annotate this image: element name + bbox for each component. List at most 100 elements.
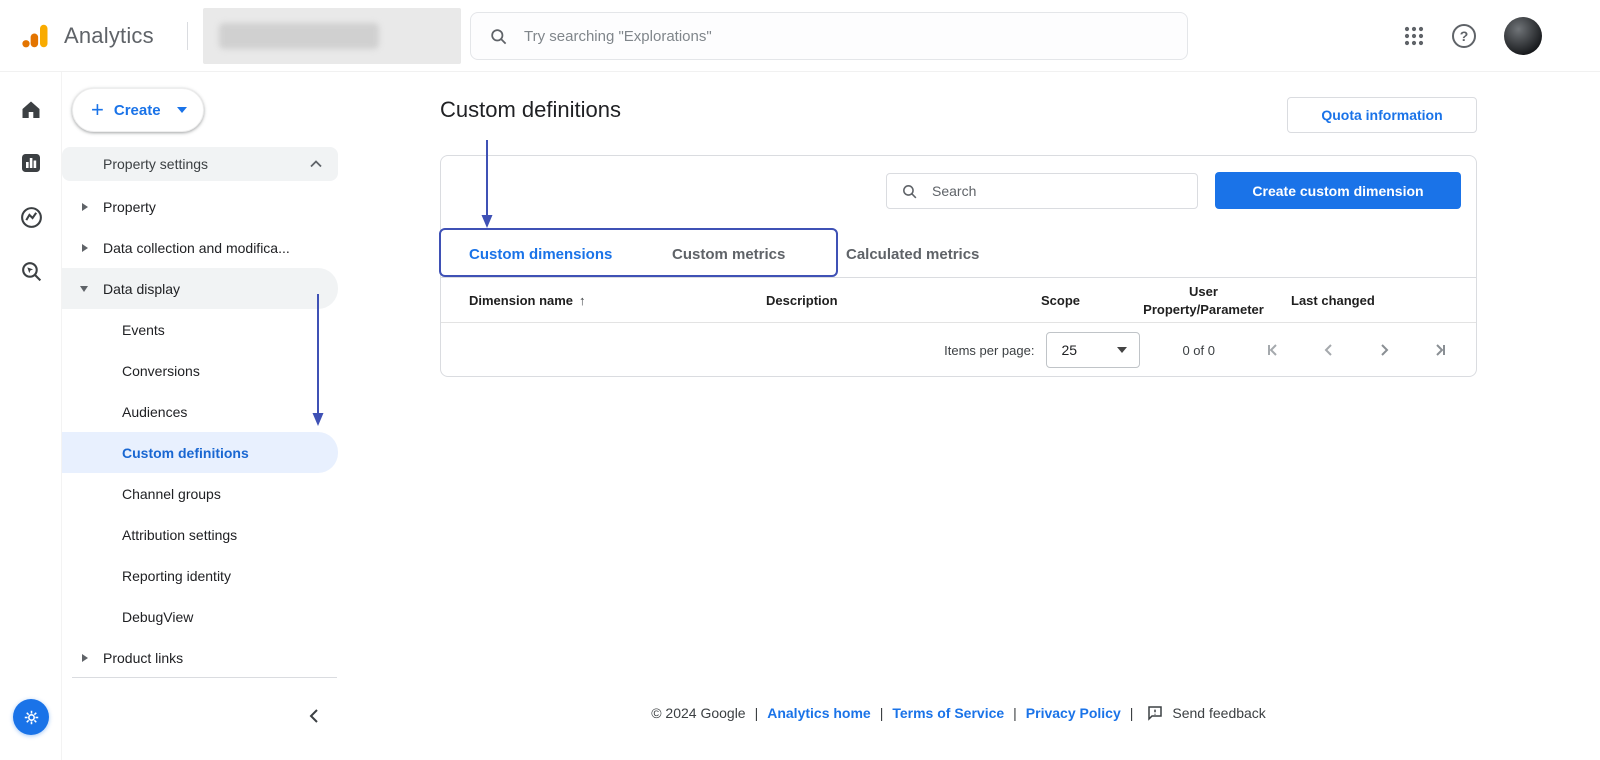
settings-tree: Property Data collection and modifica...… <box>62 186 340 678</box>
next-page-button[interactable] <box>1373 339 1395 361</box>
sidebar-item-product-links[interactable]: Product links <box>62 637 340 678</box>
explore-icon <box>19 205 44 230</box>
sidebar-divider <box>72 677 337 678</box>
sidebar-item-label: Audiences <box>122 404 187 420</box>
sidebar-item-label: Reporting identity <box>122 568 231 584</box>
column-label: User Property/Parameter <box>1141 283 1266 318</box>
sidebar-item-label: Property <box>103 199 156 215</box>
reports-icon <box>19 151 43 175</box>
chevron-left-icon <box>309 708 319 724</box>
sidebar-item-data-display[interactable]: Data display <box>62 268 338 309</box>
create-button[interactable]: + Create <box>72 88 204 132</box>
tab-custom-dimensions[interactable]: Custom dimensions <box>469 231 612 278</box>
footer-link-terms-of-service[interactable]: Terms of Service <box>892 705 1004 721</box>
sidebar-item-audiences[interactable]: Audiences <box>62 391 340 432</box>
custom-definitions-card: Create custom dimension Custom dimension… <box>440 155 1477 377</box>
footer-copyright: © 2024 Google <box>651 705 745 721</box>
topbar-actions: ? <box>1404 0 1542 72</box>
column-label: Description <box>766 293 838 308</box>
sidebar-item-conversions[interactable]: Conversions <box>62 350 340 391</box>
gear-icon <box>22 708 41 727</box>
sort-ascending-icon: ↑ <box>579 293 586 308</box>
footer: © 2024 Google | Analytics home | Terms o… <box>440 704 1477 722</box>
tabs-bar: Custom dimensions Custom metrics Calcula… <box>441 231 1476 278</box>
sidebar-item-label: Conversions <box>122 363 200 379</box>
column-description: Description <box>766 278 838 323</box>
sidebar-item-channel-groups[interactable]: Channel groups <box>62 473 340 514</box>
column-user-property-parameter: User Property/Parameter <box>1141 278 1266 323</box>
card-search-input[interactable] <box>932 183 1183 199</box>
sidebar-item-label: Channel groups <box>122 486 221 502</box>
chevron-right-icon <box>1375 341 1393 359</box>
sidebar-item-custom-definitions[interactable]: Custom definitions <box>62 432 338 473</box>
first-page-icon <box>1265 341 1283 359</box>
nav-home[interactable] <box>0 96 62 124</box>
brand-name: Analytics <box>64 23 154 49</box>
create-button-label: Create <box>114 102 161 119</box>
sidebar-item-property[interactable]: Property <box>62 186 340 227</box>
column-dimension-name[interactable]: Dimension name ↑ <box>469 278 586 323</box>
avatar[interactable] <box>1504 17 1542 55</box>
column-label: Dimension name <box>469 293 573 308</box>
footer-separator: | <box>1130 705 1134 721</box>
pagination-row: Items per page: 25 0 of 0 <box>441 323 1476 377</box>
feedback-bubble-icon <box>1146 704 1164 722</box>
sidebar-item-label: Data display <box>103 281 180 297</box>
sidebar-item-attribution-settings[interactable]: Attribution settings <box>62 514 340 555</box>
topbar: Analytics ? <box>0 0 1600 72</box>
analytics-logo-icon <box>20 21 50 51</box>
column-label: Scope <box>1041 293 1080 308</box>
sidebar-item-debugview[interactable]: DebugView <box>62 596 340 637</box>
create-custom-dimension-button[interactable]: Create custom dimension <box>1215 172 1461 209</box>
main-content: Custom definitions Quota information Cre… <box>340 72 1600 760</box>
card-search[interactable] <box>886 173 1198 209</box>
tab-calculated-metrics[interactable]: Calculated metrics <box>846 231 979 278</box>
footer-link-privacy-policy[interactable]: Privacy Policy <box>1026 705 1121 721</box>
apps-grid-icon[interactable] <box>1404 26 1424 46</box>
caret-right-icon <box>82 654 88 662</box>
quota-information-button[interactable]: Quota information <box>1287 97 1477 133</box>
nav-explore[interactable] <box>0 203 62 231</box>
sidebar-item-label: Data collection and modifica... <box>103 240 290 256</box>
sidebar-item-label: Custom definitions <box>122 445 249 461</box>
search-icon <box>901 183 918 200</box>
send-feedback-button[interactable]: Send feedback <box>1146 704 1265 722</box>
nav-rail <box>0 72 62 760</box>
property-selector-redacted[interactable] <box>203 8 461 64</box>
sidebar-item-events[interactable]: Events <box>62 309 340 350</box>
brand[interactable]: Analytics <box>20 0 154 72</box>
sidebar-item-label: Events <box>122 322 165 338</box>
global-search[interactable] <box>470 12 1188 60</box>
chevron-up-icon <box>310 160 322 168</box>
plus-icon: + <box>91 99 104 121</box>
first-page-button[interactable] <box>1263 339 1285 361</box>
admin-sidebar: + Create Property settings Property Data… <box>62 72 340 760</box>
sidebar-item-label: DebugView <box>122 609 193 625</box>
table-header: Dimension name ↑ Description Scope User … <box>441 278 1476 323</box>
sidebar-item-reporting-identity[interactable]: Reporting identity <box>62 555 340 596</box>
section-property-settings[interactable]: Property settings <box>62 147 338 181</box>
send-feedback-label: Send feedback <box>1172 705 1265 721</box>
brand-divider <box>187 22 188 50</box>
footer-link-analytics-home[interactable]: Analytics home <box>767 705 870 721</box>
sidebar-item-label: Product links <box>103 650 183 666</box>
sidebar-item-data-collection[interactable]: Data collection and modifica... <box>62 227 340 268</box>
advertising-icon <box>19 259 44 284</box>
chevron-left-icon <box>1320 341 1338 359</box>
help-icon[interactable]: ? <box>1452 24 1476 48</box>
nav-admin[interactable] <box>13 699 49 735</box>
last-page-button[interactable] <box>1428 339 1450 361</box>
collapse-sidebar-button[interactable] <box>300 702 328 730</box>
footer-separator: | <box>1013 705 1017 721</box>
sidebar-item-label: Attribution settings <box>122 527 237 543</box>
items-per-page-select[interactable]: 25 <box>1046 332 1140 368</box>
prev-page-button[interactable] <box>1318 339 1340 361</box>
nav-advertising[interactable] <box>0 257 62 285</box>
home-icon <box>19 98 43 122</box>
chevron-down-icon <box>177 107 187 113</box>
pagination-range: 0 of 0 <box>1182 343 1215 358</box>
global-search-input[interactable] <box>524 28 1169 45</box>
tab-custom-metrics[interactable]: Custom metrics <box>672 231 785 278</box>
nav-reports[interactable] <box>0 149 62 177</box>
column-last-changed: Last changed <box>1291 278 1375 323</box>
